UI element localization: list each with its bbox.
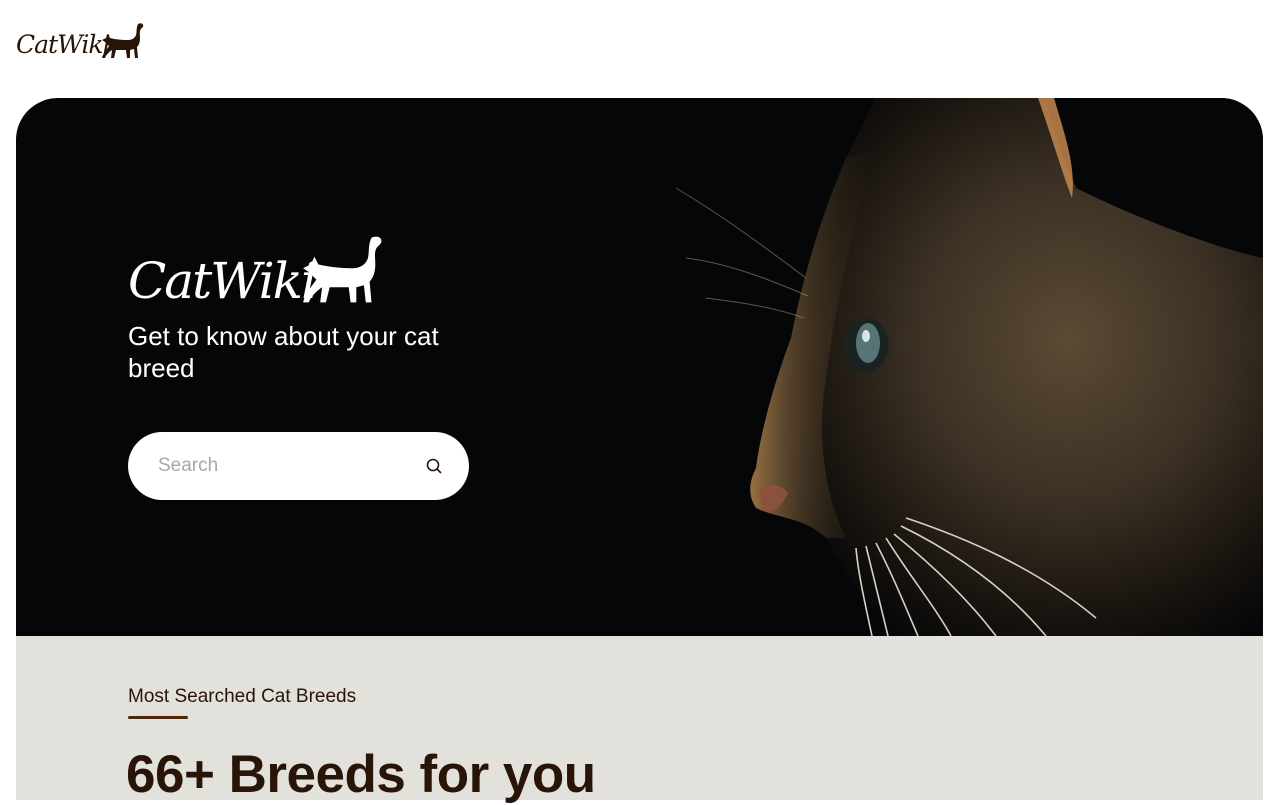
kicker-underline [128,716,188,719]
hero-logo-text: CatWiki [128,252,317,310]
most-searched-section: Most Searched Cat Breeds 66+ Breeds for … [16,636,1263,804]
hero-section: CatWiki Get to know about your cat breed [16,98,1263,636]
header-logo-text: CatWiki [16,30,110,59]
header-logo-link[interactable]: CatWiki [16,22,146,64]
cat-silhouette-icon [303,236,382,303]
search-box [128,432,469,500]
cat-hero-image [576,98,1263,636]
hero-logo: CatWiki [128,234,398,314]
section-headline: 66+ Breeds for you [126,745,596,804]
search-input[interactable] [156,432,406,500]
section-kicker: Most Searched Cat Breeds [128,686,357,707]
cat-silhouette-icon [102,23,144,58]
hero-tagline: Get to know about your cat breed [128,321,439,383]
top-header: CatWiki [0,0,1280,98]
search-icon[interactable] [425,457,443,475]
